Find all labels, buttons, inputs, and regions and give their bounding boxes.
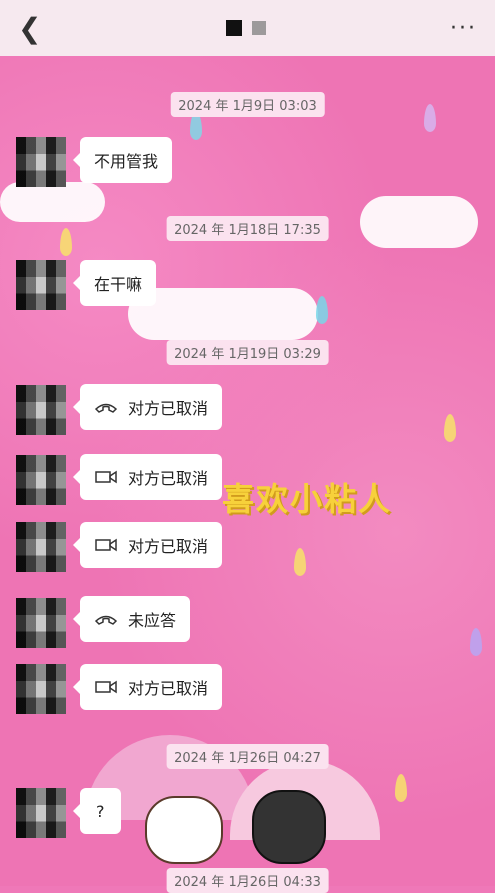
phone-icon: [94, 403, 118, 413]
chat-header: ❮ ···: [0, 0, 495, 56]
message-text: 在干嘛: [94, 275, 143, 294]
timestamp: 2024 年 1月9日 03:03: [170, 92, 325, 117]
message-bubble[interactable]: 在干嘛: [72, 260, 157, 306]
call-record-bubble[interactable]: 对方已取消: [72, 664, 223, 710]
kitten-decoration: [252, 790, 326, 864]
avatar[interactable]: [16, 260, 66, 310]
call-record-bubble[interactable]: 对方已取消: [72, 384, 223, 430]
avatar[interactable]: [16, 137, 66, 187]
phone-icon: [94, 615, 118, 625]
cloud-decoration: [128, 288, 318, 340]
message-bubble[interactable]: ?: [73, 788, 121, 834]
message-text: 对方已取消: [128, 679, 209, 698]
message-text: 不用管我: [94, 152, 159, 171]
puppy-decoration: [145, 796, 223, 864]
call-record-bubble[interactable]: 对方已取消: [72, 454, 223, 500]
message-text: ?: [96, 801, 105, 821]
message-text: 对方已取消: [128, 537, 209, 556]
video-icon: [95, 470, 117, 484]
message-bubble[interactable]: 不用管我: [72, 137, 173, 183]
timestamp: 2024 年 1月18日 17:35: [166, 216, 329, 241]
sticker-text: 喜欢小粘人: [222, 480, 393, 518]
avatar[interactable]: [16, 664, 66, 714]
timestamp: 2024 年 1月19日 03:29: [166, 340, 329, 365]
video-icon: [95, 538, 117, 552]
avatar[interactable]: [16, 385, 66, 435]
chevron-left-icon[interactable]: ❮: [18, 12, 41, 45]
timestamp: 2024 年 1月26日 04:33: [166, 868, 329, 893]
message-text: 对方已取消: [128, 399, 209, 418]
avatar[interactable]: [16, 522, 66, 572]
call-record-bubble[interactable]: 对方已取消: [72, 522, 223, 568]
message-text: 未应答: [128, 611, 177, 630]
cloud-decoration: [0, 182, 105, 222]
avatar[interactable]: [16, 455, 66, 505]
timestamp: 2024 年 1月26日 04:27: [166, 744, 329, 769]
cloud-decoration: [360, 196, 478, 248]
contact-name-obscured: [225, 20, 266, 36]
avatar[interactable]: [16, 598, 66, 648]
video-icon: [95, 680, 117, 694]
message-text: 对方已取消: [128, 469, 209, 488]
more-options-icon[interactable]: ···: [450, 16, 477, 41]
avatar[interactable]: [16, 788, 66, 838]
call-record-bubble[interactable]: 未应答: [72, 596, 191, 642]
